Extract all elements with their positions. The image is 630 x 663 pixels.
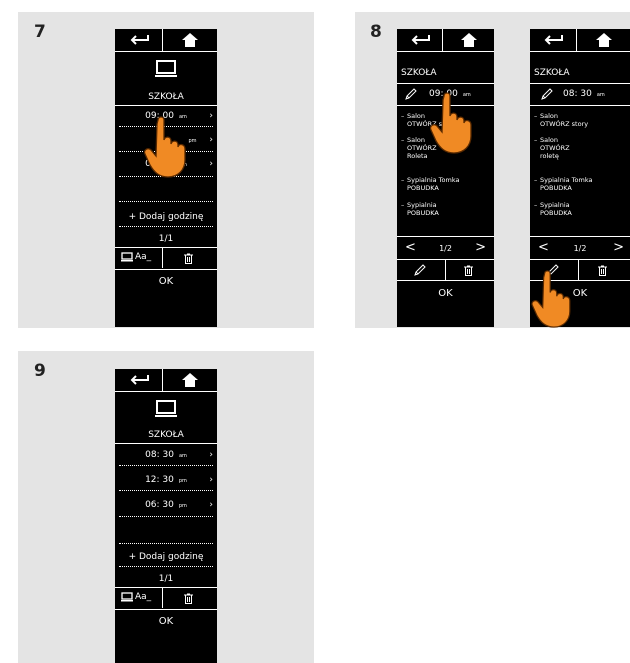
home-button[interactable] bbox=[443, 29, 494, 51]
list-item[interactable]: – Sypialnia Tomka POBUDKA bbox=[534, 176, 592, 192]
back-button[interactable] bbox=[115, 29, 162, 51]
add-time-button[interactable]: + Dodaj godzinę bbox=[115, 552, 217, 562]
pointing-hand-icon bbox=[531, 270, 571, 328]
home-button[interactable] bbox=[577, 29, 630, 51]
step-number: 9 bbox=[34, 361, 46, 381]
chevron-right-icon[interactable]: > bbox=[475, 240, 486, 255]
back-arrow-icon bbox=[130, 35, 149, 45]
keyboard-icon bbox=[121, 592, 133, 602]
scenario-title: SZKOŁA bbox=[148, 92, 184, 102]
top-bar bbox=[115, 369, 217, 392]
trash-icon[interactable] bbox=[598, 265, 607, 276]
chevron-right-icon: › bbox=[209, 159, 213, 169]
chevron-right-icon: › bbox=[209, 450, 213, 460]
back-arrow-icon bbox=[544, 35, 563, 45]
action-bar bbox=[397, 260, 494, 280]
back-arrow-icon bbox=[411, 35, 430, 45]
home-button[interactable] bbox=[163, 29, 217, 51]
top-bar bbox=[530, 29, 630, 52]
trash-icon[interactable] bbox=[184, 253, 193, 264]
remote-screen: SZKOŁA 09: 00am › pm › 07: 30pm › + Doda… bbox=[115, 29, 217, 327]
pointing-hand-icon bbox=[144, 116, 186, 178]
action-bar: Aa_ bbox=[115, 588, 217, 608]
keyboard-icon bbox=[121, 252, 133, 262]
scenario-title: SZKOŁA bbox=[148, 430, 184, 440]
back-arrow-icon bbox=[130, 375, 149, 385]
home-icon bbox=[460, 33, 477, 47]
back-button[interactable] bbox=[115, 369, 162, 391]
add-time-button[interactable]: + Dodaj godzinę bbox=[115, 212, 217, 222]
pencil-icon[interactable] bbox=[540, 88, 554, 100]
list-item[interactable]: – Sypialnia Tomka POBUDKA bbox=[401, 176, 459, 192]
back-button[interactable] bbox=[530, 29, 576, 51]
remote-screen: SZKOŁA 09: 00 am – Salon OTWÓRZ story – Salo… bbox=[397, 29, 494, 327]
home-button[interactable] bbox=[163, 369, 217, 391]
scenario-title: SZKOŁA bbox=[401, 68, 437, 78]
list-item[interactable]: – Sypialnia POBUDKA bbox=[534, 201, 572, 217]
schedule-row[interactable]: 06: 30 pm bbox=[115, 500, 217, 510]
action-bar: Aa_ bbox=[115, 248, 217, 268]
trash-icon[interactable] bbox=[184, 593, 193, 604]
chevron-right-icon[interactable]: > bbox=[613, 240, 624, 255]
pencil-icon[interactable] bbox=[414, 264, 426, 276]
monitor-icon bbox=[155, 400, 177, 417]
trash-icon[interactable] bbox=[464, 265, 473, 276]
top-bar bbox=[115, 29, 217, 52]
schedule-time[interactable]: 08: 30 am bbox=[563, 89, 605, 99]
chevron-right-icon: › bbox=[209, 475, 213, 485]
home-icon bbox=[182, 373, 198, 387]
back-button[interactable] bbox=[397, 29, 442, 51]
step-8-panel: 8 SZKOŁA 09: 00 am – Salon OTWÓRZ story – Sa… bbox=[355, 12, 630, 328]
ok-button[interactable]: OK bbox=[397, 288, 494, 299]
step-number: 8 bbox=[370, 22, 382, 42]
top-bar bbox=[397, 29, 494, 52]
schedule-row[interactable]: 08: 30 am bbox=[115, 450, 217, 460]
chevron-right-icon: › bbox=[209, 500, 213, 510]
page-indicator: 1/1 bbox=[158, 574, 174, 584]
home-icon bbox=[182, 33, 198, 47]
pencil-icon[interactable] bbox=[405, 88, 417, 100]
ok-button[interactable]: OK bbox=[115, 276, 217, 287]
monitor-icon bbox=[155, 60, 177, 77]
scenario-title: SZKOŁA bbox=[534, 68, 570, 78]
rename-button[interactable]: Aa_ bbox=[121, 252, 151, 262]
step-9-panel: 9 SZKOŁA 08: 30 am › 12: 30 pm › 06: 30 pm … bbox=[18, 351, 314, 663]
list-item[interactable]: – Sypialnia POBUDKA bbox=[401, 201, 439, 217]
remote-screen: SZKOŁA 08: 30 am › 12: 30 pm › 06: 30 pm › … bbox=[115, 369, 217, 663]
step-7-panel: 7 SZKOŁA 09: 00am › pm › 07: 30pm › + Do… bbox=[18, 12, 314, 328]
schedule-row[interactable]: 12: 30 pm bbox=[115, 475, 217, 485]
chevron-right-icon: › bbox=[209, 135, 213, 145]
pointing-hand-icon bbox=[430, 92, 472, 154]
ok-button[interactable]: OK bbox=[115, 616, 217, 627]
list-item[interactable]: – Salon OTWÓRZ roletę bbox=[534, 136, 570, 160]
home-icon bbox=[595, 33, 612, 47]
step-number: 7 bbox=[34, 22, 46, 42]
page-indicator: 1/1 bbox=[158, 234, 174, 244]
list-item[interactable]: – Salon OTWÓRZ story bbox=[534, 112, 588, 128]
chevron-right-icon: › bbox=[209, 111, 213, 121]
rename-button[interactable]: Aa_ bbox=[121, 592, 151, 602]
